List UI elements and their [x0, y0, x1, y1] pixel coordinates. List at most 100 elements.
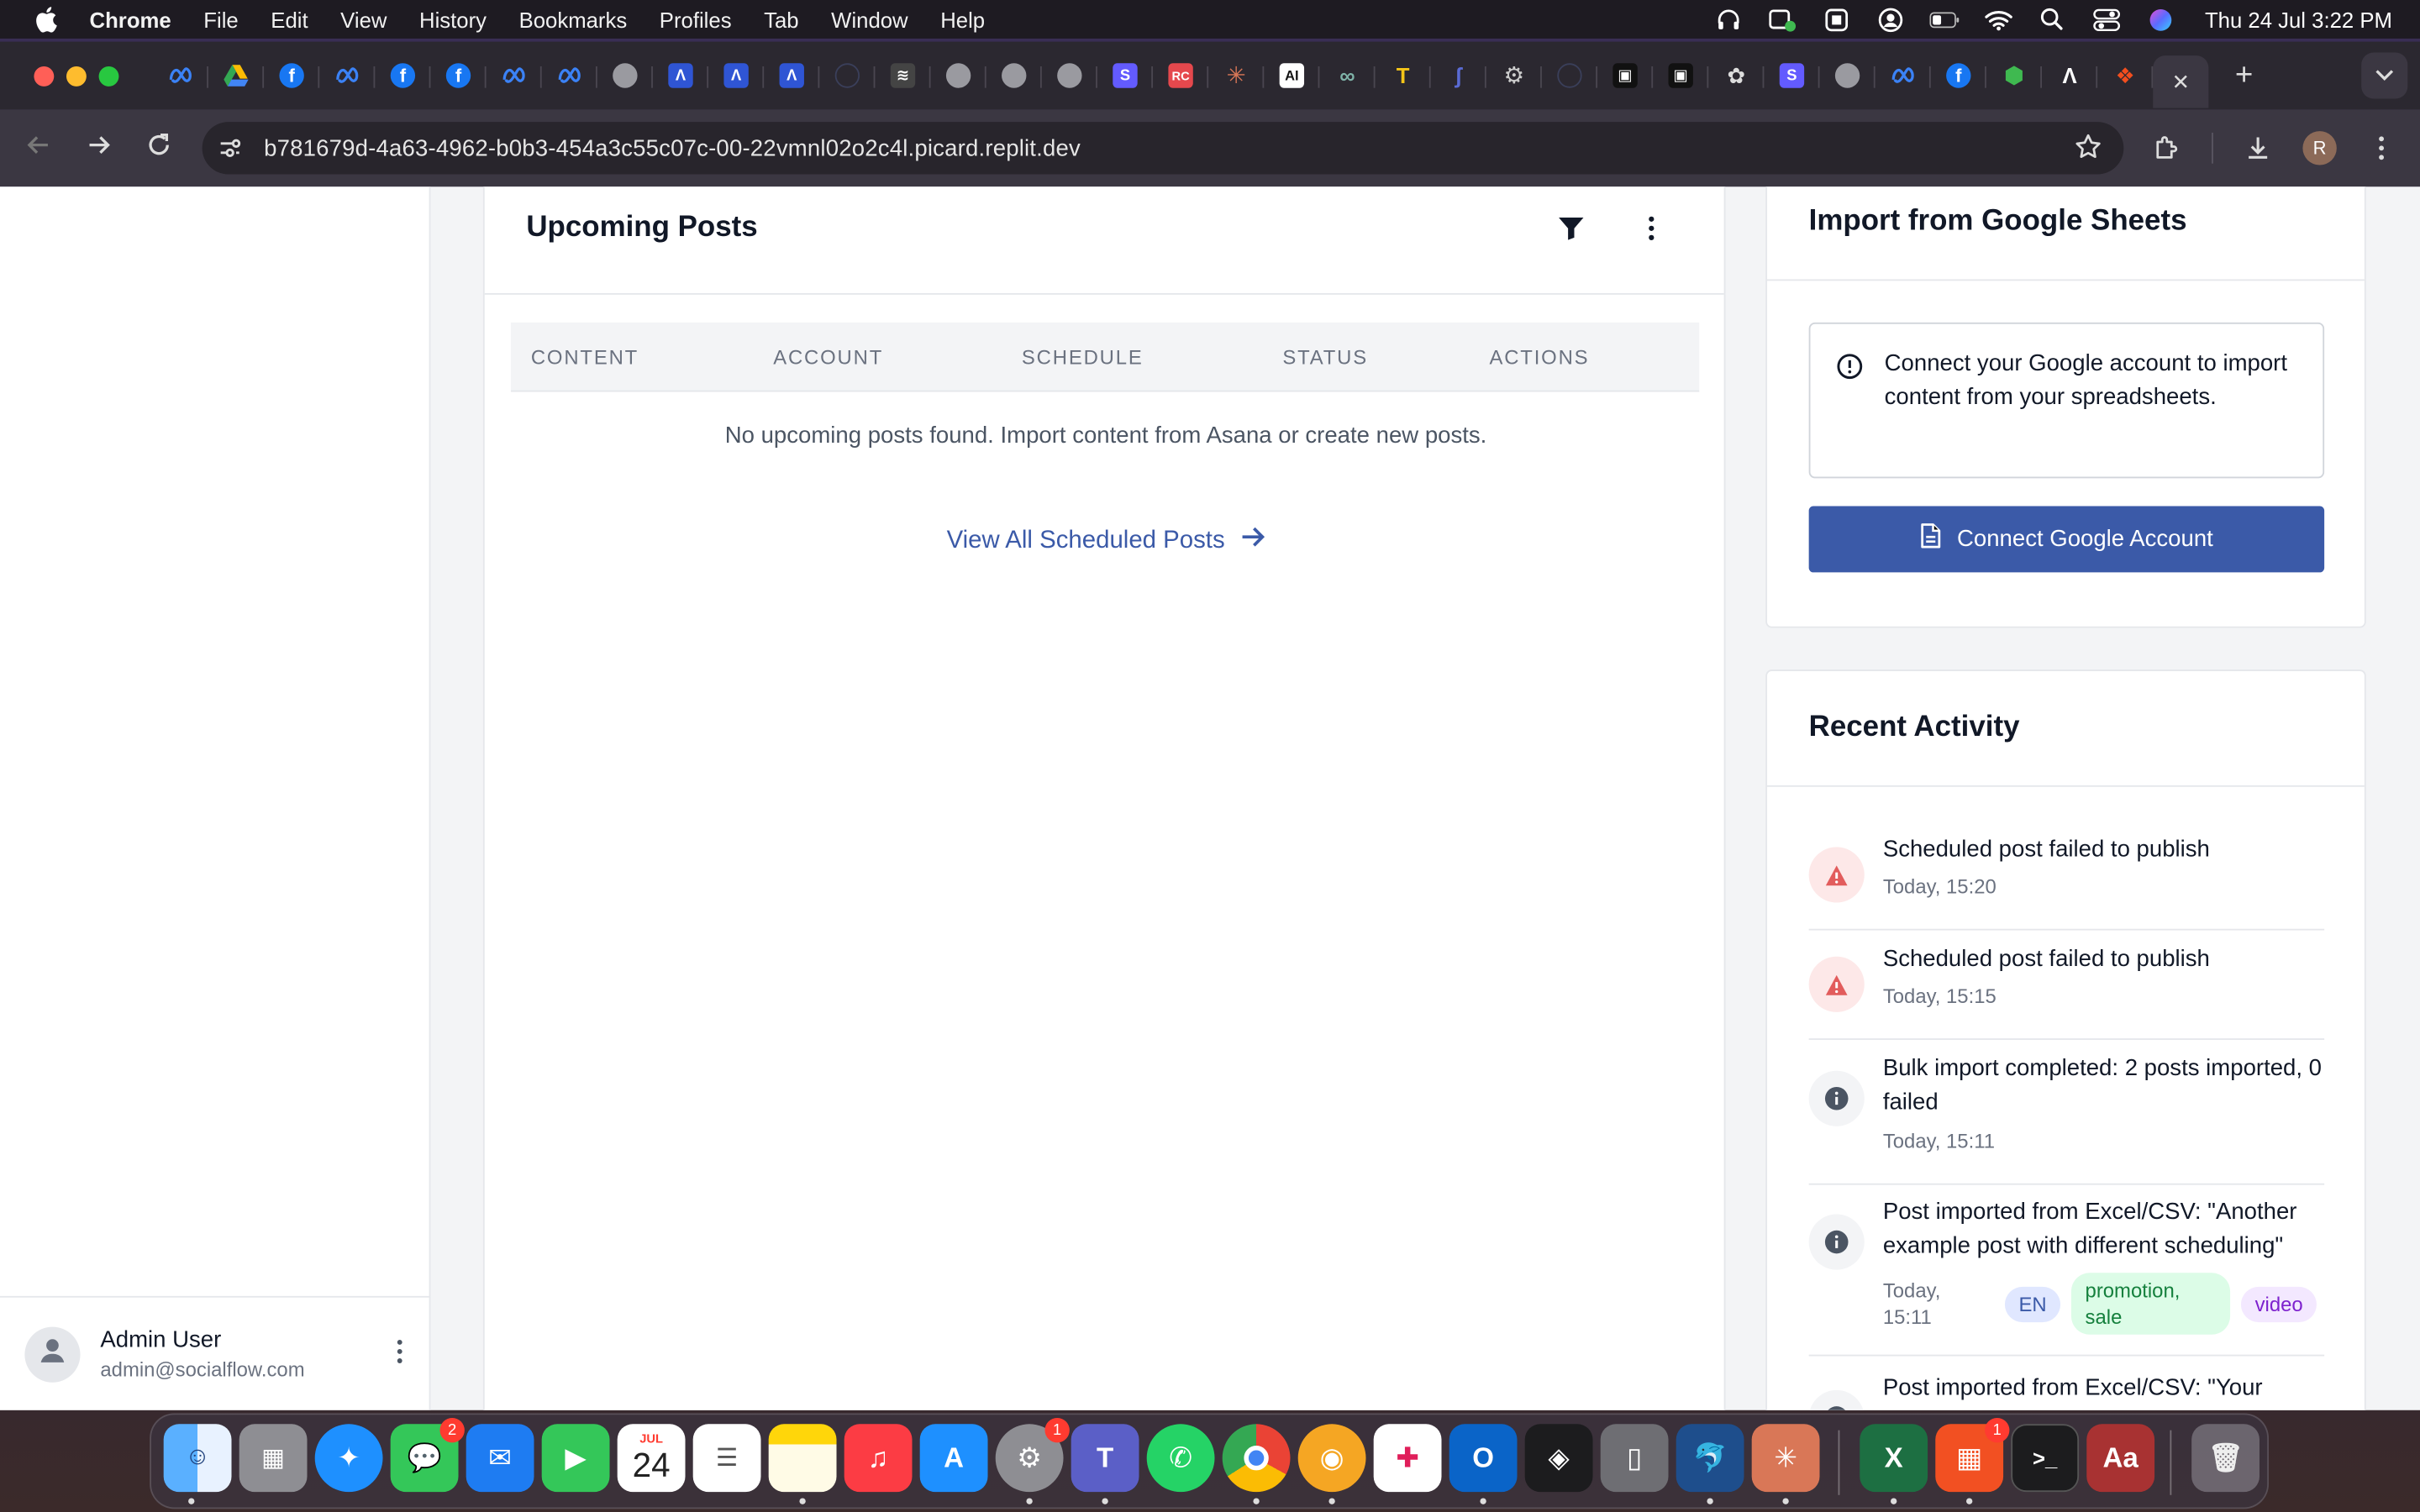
tab-t[interactable]: T [1376, 52, 1431, 98]
microsoft-office-icon[interactable]: ▦ 1 [1935, 1417, 2010, 1493]
chrome-icon[interactable] [1222, 1424, 1291, 1493]
dictionary-icon[interactable]: Aa [2086, 1424, 2155, 1493]
menu-bookmarks[interactable]: Bookmarks [519, 7, 628, 31]
menu-file[interactable]: File [203, 7, 238, 31]
tab-loading-2[interactable] [1542, 52, 1598, 98]
activity-item[interactable]: Scheduled post failed to publish Today, … [1808, 833, 2325, 931]
whatsapp-icon[interactable]: ✆ [1146, 1424, 1215, 1493]
tab-box-2[interactable]: ▣ [1653, 52, 1709, 98]
tab-claude[interactable]: ✳ [1208, 52, 1265, 98]
new-tab-button[interactable]: + [2221, 52, 2267, 98]
connect-google-account-button[interactable]: Connect Google Account [1808, 506, 2325, 573]
close-tab-icon[interactable]: ✕ [2172, 69, 2191, 95]
messages-icon[interactable]: 💬 2 [390, 1417, 465, 1493]
activity-item[interactable]: Scheduled post failed to publish Today, … [1808, 942, 2325, 1040]
mysql-workbench-icon[interactable]: 🐬 [1676, 1424, 1744, 1493]
column-schedule[interactable]: SCHEDULE [1022, 345, 1144, 369]
user-menu-button[interactable] [391, 1337, 409, 1371]
reload-button[interactable] [136, 125, 182, 171]
close-window-button[interactable] [34, 66, 55, 86]
screen-share-icon[interactable] [1821, 4, 1852, 35]
tab-swirl[interactable]: ʃ [1431, 52, 1486, 98]
menu-history[interactable]: History [419, 7, 487, 31]
tab-facebook[interactable]: f [264, 52, 320, 98]
bookmark-star-icon[interactable] [2075, 133, 2102, 168]
forward-button[interactable] [76, 125, 122, 171]
menubar-clock[interactable]: Thu 24 Jul 3:22 PM [2205, 7, 2392, 31]
tab-globe-5[interactable] [1820, 52, 1876, 98]
tab-arc-3[interactable]: Λ [764, 52, 820, 98]
tab-clapper[interactable]: ≋ [875, 52, 931, 98]
box-app-icon[interactable]: ◈ [1524, 1424, 1593, 1493]
menu-app-chrome[interactable]: Chrome [90, 7, 171, 31]
url-text[interactable]: b781679d-4a63-4962-b0b3-454a3c55c07c-00-… [264, 135, 1081, 161]
minimize-window-button[interactable] [66, 66, 87, 86]
tab-facebook-2[interactable]: f [375, 52, 431, 98]
claude-icon[interactable]: ✳ [1751, 1424, 1820, 1493]
site-settings-icon[interactable] [214, 133, 245, 164]
facetime-icon[interactable]: ▶ [541, 1424, 610, 1493]
tab-infinity[interactable]: ∞ [1319, 52, 1376, 98]
user-account-icon[interactable] [1875, 4, 1906, 35]
system-settings-icon[interactable]: ⚙ 1 [995, 1417, 1070, 1493]
tab-google-drive[interactable] [208, 52, 265, 98]
tab-stripe-2[interactable]: S [1764, 52, 1820, 98]
more-vertical-icon[interactable] [2359, 125, 2405, 171]
tab-facebook-3[interactable]: f [430, 52, 487, 98]
back-button[interactable] [15, 125, 61, 171]
control-center-icon[interactable] [2091, 4, 2122, 35]
download-icon[interactable] [2235, 125, 2281, 171]
menu-window[interactable]: Window [831, 7, 908, 31]
tab-active-replit[interactable]: ✕ [2153, 55, 2209, 108]
grid-status-icon[interactable] [1766, 4, 1797, 35]
tab-facebook-4[interactable]: f [1931, 52, 1986, 98]
apple-icon[interactable] [31, 5, 59, 33]
tab-stripe[interactable]: S [1097, 52, 1154, 98]
spotlight-search-icon[interactable] [2037, 4, 2068, 35]
tab-search-button[interactable] [2361, 52, 2408, 99]
trash-icon[interactable]: 🗑 [2191, 1424, 2260, 1493]
tab-meta[interactable] [153, 52, 208, 98]
tab-meta-5[interactable] [1876, 52, 1931, 98]
tab-anthropic[interactable]: AI [1264, 52, 1320, 98]
column-account[interactable]: ACCOUNT [773, 345, 883, 369]
tab-settings[interactable]: ⚙ [1486, 52, 1542, 98]
launchpad-icon[interactable]: ▦ [239, 1424, 308, 1493]
mail-icon[interactable]: ✉ [466, 1424, 534, 1493]
activity-item[interactable]: Post imported from Excel/CSV: "Another e… [1808, 1195, 2325, 1357]
posts-more-button[interactable] [1633, 213, 1670, 249]
terminal-icon[interactable]: >_ [2011, 1424, 2080, 1493]
tab-arc-2[interactable]: Λ [708, 52, 765, 98]
tab-openai[interactable]: ✿ [1708, 52, 1765, 98]
tab-globe-4[interactable] [1042, 52, 1097, 98]
column-status[interactable]: STATUS [1282, 345, 1368, 369]
tab-meta-4[interactable] [542, 52, 597, 98]
zoom-window-button[interactable] [98, 66, 119, 86]
column-content[interactable]: CONTENT [531, 345, 639, 369]
column-actions[interactable]: ACTIONS [1489, 345, 1589, 369]
slack-icon[interactable]: ✚ [1373, 1424, 1442, 1493]
activity-item[interactable]: Post imported from Excel/CSV: "Your [1808, 1372, 2324, 1410]
excel-icon[interactable]: X [1860, 1424, 1928, 1493]
calendar-icon[interactable]: JUL 24 [617, 1424, 686, 1493]
tab-globe-2[interactable] [931, 52, 986, 98]
profile-avatar[interactable]: R [2302, 131, 2337, 165]
tab-rc[interactable]: RC [1153, 52, 1209, 98]
tab-box[interactable]: ▣ [1597, 52, 1654, 98]
reminders-icon[interactable]: ☰ [692, 1424, 761, 1493]
wifi-icon[interactable] [1982, 4, 2013, 35]
battery-icon[interactable] [1928, 4, 1960, 35]
outlook-icon[interactable]: O [1449, 1424, 1518, 1493]
menu-profiles[interactable]: Profiles [660, 7, 732, 31]
view-all-label[interactable]: View All Scheduled Posts [947, 527, 1225, 554]
filter-button[interactable] [1553, 213, 1590, 249]
tab-hexagon[interactable]: ⬢ [1986, 52, 2043, 98]
tab-globe[interactable] [597, 52, 653, 98]
finder-icon[interactable]: ☺ [163, 1424, 232, 1493]
tab-meta-3[interactable] [487, 52, 542, 98]
headphones-icon[interactable] [1712, 4, 1744, 35]
notes-icon[interactable] [768, 1424, 837, 1493]
extensions-icon[interactable] [2144, 125, 2190, 171]
user-profile[interactable]: Admin User admin@socialflow.com [0, 1295, 431, 1410]
tab-globe-3[interactable] [986, 52, 1042, 98]
